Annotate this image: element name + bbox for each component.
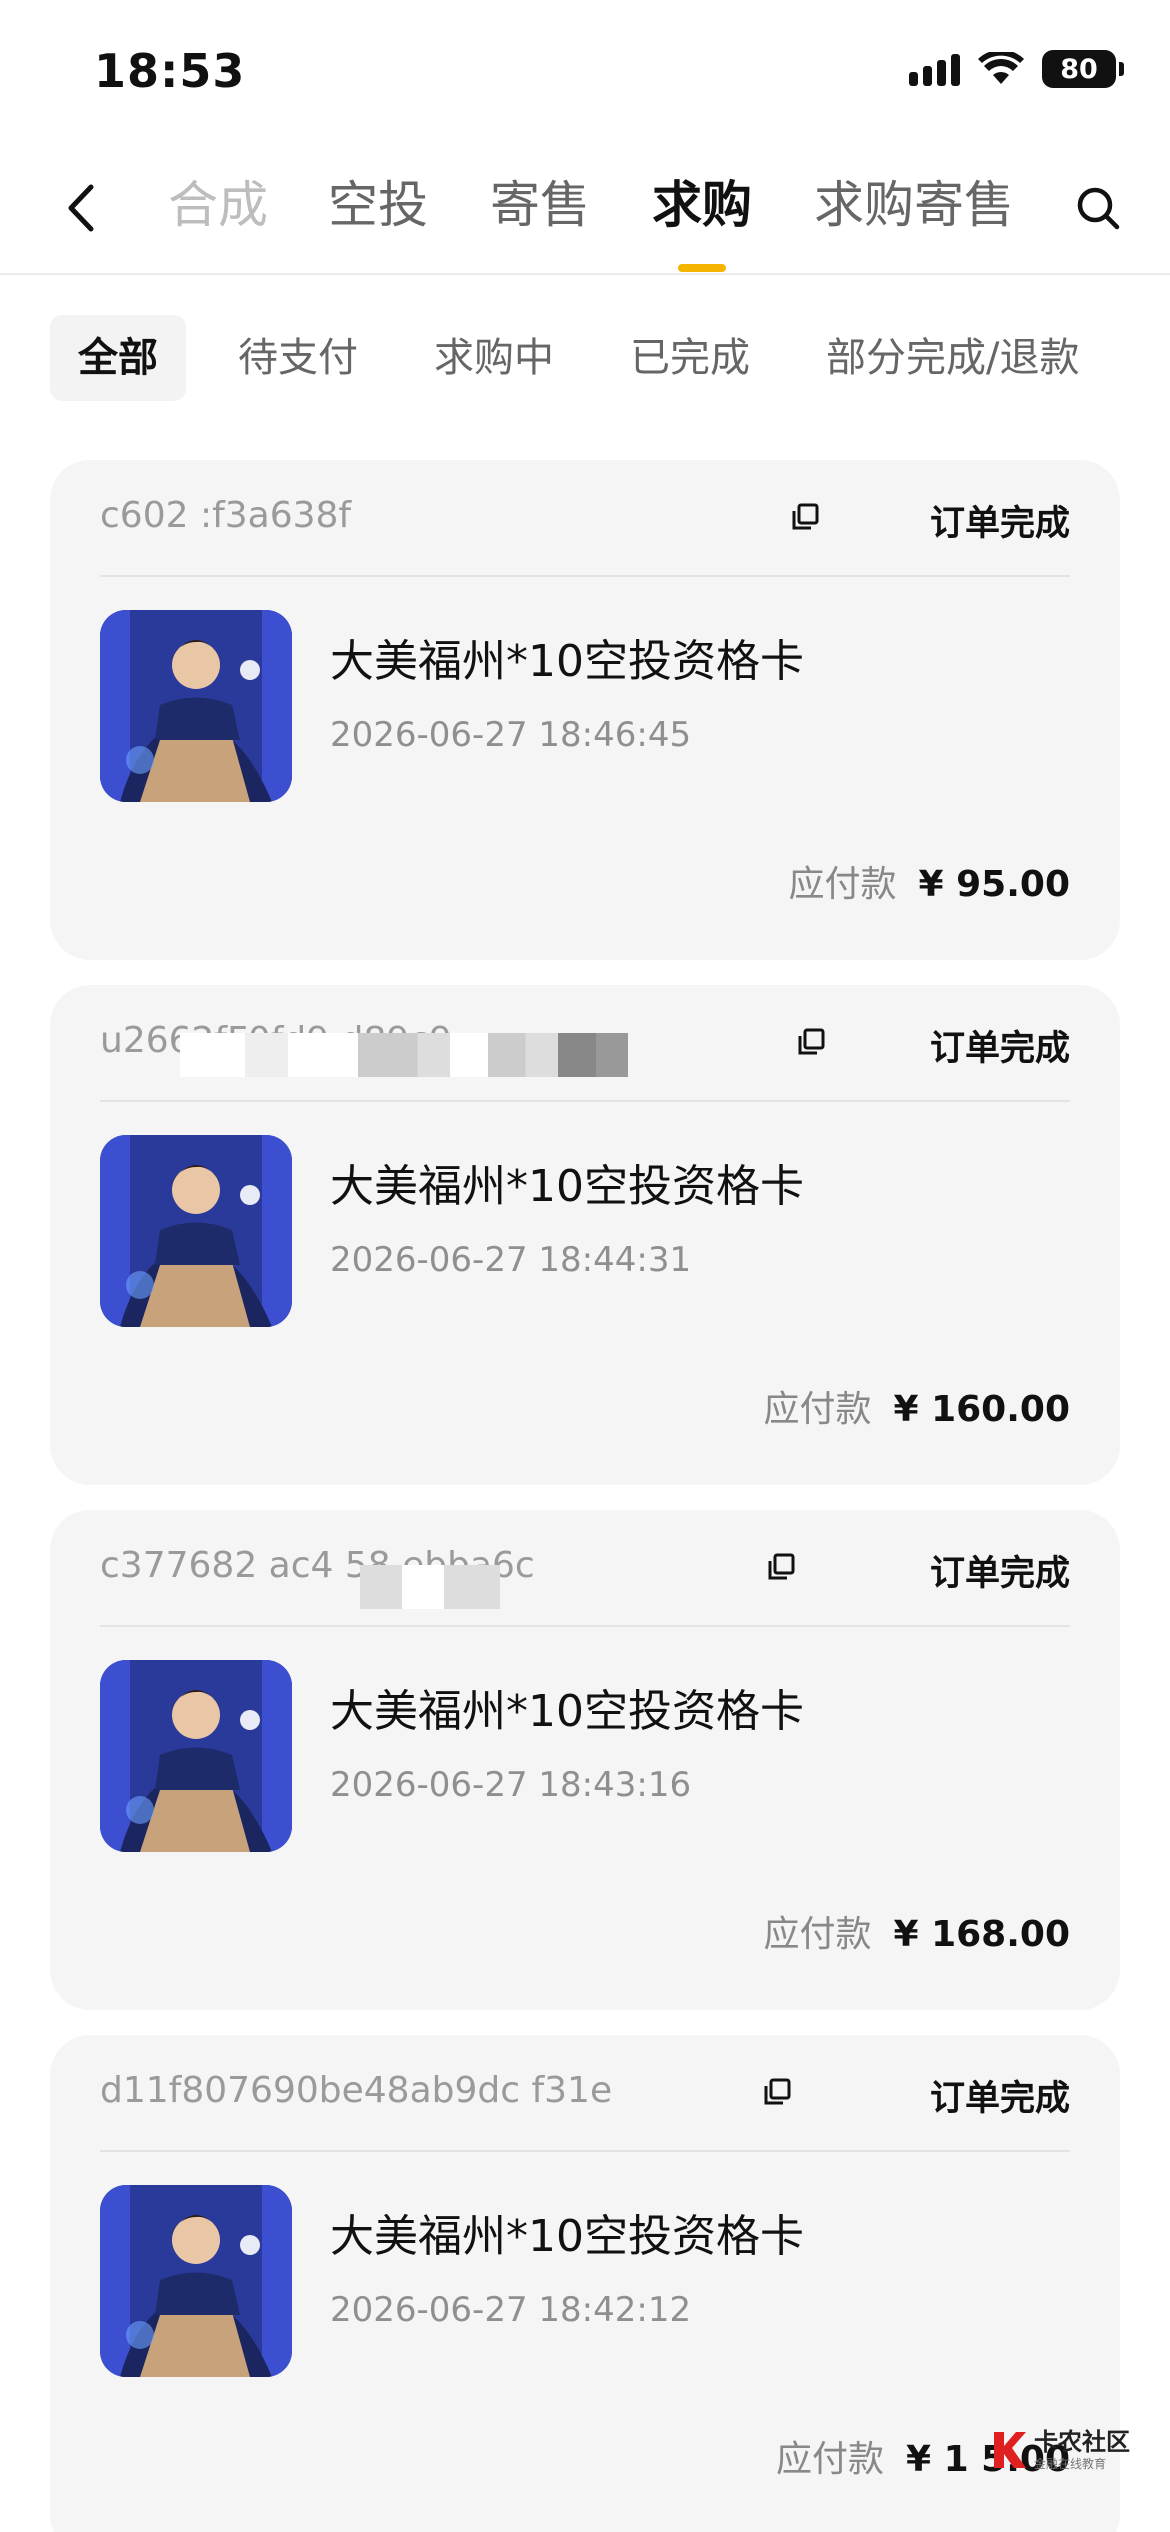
product-thumbnail [100,2185,292,2377]
watermark-title: 卡农社区 [1034,2428,1130,2456]
redaction-mosaic [360,1565,500,1609]
order-status: 订单完成 [929,1554,1070,1594]
product-title: 大美福州*10空投资格卡 [330,1686,804,1737]
order-card[interactable]: u2662fF0fd9 d89c9 订单完成 大美福州*10空投资格卡 2026… [50,985,1120,1485]
order-time: 2026-06-27 18:44:31 [330,1240,692,1280]
order-time: 2026-06-27 18:42:12 [330,2290,692,2330]
copy-icon[interactable] [766,1552,796,1582]
cellular-signal-icon [909,52,960,86]
order-id: c602 :f3a638f [100,495,352,536]
status-icons: 80 [909,50,1124,88]
tab-synthesis[interactable]: 合成 [168,170,268,260]
divider [100,2150,1070,2152]
amount-label: 应付款 [763,1389,872,1430]
order-id: d11f807690be48ab9dc f31e [100,2070,613,2111]
amount-label: 应付款 [763,1914,872,1955]
filter-partial-refund[interactable]: 部分完成/退款 [826,315,1079,401]
order-time: 2026-06-27 18:43:16 [330,1765,692,1805]
divider [100,1625,1070,1627]
battery-level: 80 [1060,53,1098,85]
amount-value: ¥ 95.00 [918,864,1070,905]
tab-airdrop[interactable]: 空投 [328,170,428,260]
product-thumbnail [100,1660,292,1852]
amount-row: 应付款 ¥ 160.00 [763,1380,1070,1432]
order-card[interactable]: d11f807690be48ab9dc f31e 订单完成 大美福州*10空投资… [50,2035,1120,2532]
tab-purchase-request[interactable]: 求购 [652,170,752,260]
order-status: 订单完成 [929,2079,1070,2119]
status-time: 18:53 [94,44,246,98]
product-title: 大美福州*10空投资格卡 [330,636,804,687]
watermark: 卡农社区 金融在线教育 [992,2430,1130,2470]
search-button[interactable] [1066,176,1130,240]
amount-value: ¥ 160.00 [893,1389,1070,1430]
tab-consignment[interactable]: 寄售 [490,170,590,260]
filter-row: 全部 待支付 求购中 已完成 部分完成/退款 [0,315,1170,405]
redaction-mosaic [180,1033,720,1077]
watermark-logo-icon [994,2432,1026,2468]
product-thumbnail [100,610,292,802]
divider [100,575,1070,577]
tab-purchase-consignment[interactable]: 求购寄售 [814,170,1014,260]
back-button[interactable] [50,178,110,238]
status-bar: 18:53 80 [0,0,1170,140]
amount-row: 应付款 ¥ 95.00 [789,855,1070,907]
amount-label: 应付款 [775,2439,884,2480]
amount-value: ¥ 168.00 [893,1914,1070,1955]
watermark-subtitle: 金融在线教育 [1034,2457,1107,2471]
copy-icon[interactable] [762,2077,792,2107]
active-tab-indicator [678,264,726,272]
product-title: 大美福州*10空投资格卡 [330,1161,804,1212]
search-icon [1077,187,1120,230]
order-card[interactable]: c377682 ac4 58 ebba6c 订单完成 大美福州*10空投资格卡 … [50,1510,1120,2010]
filter-all[interactable]: 全部 [50,315,186,401]
product-thumbnail [100,1135,292,1327]
order-status: 订单完成 [929,1029,1070,1069]
divider [100,1100,1070,1102]
chevron-left-icon [68,184,94,232]
filter-requesting[interactable]: 求购中 [434,315,554,401]
filter-pending-payment[interactable]: 待支付 [238,315,358,401]
amount-row: 应付款 ¥ 168.00 [763,1905,1070,1957]
top-nav: 合成 空投 寄售 求购 求购寄售 [0,150,1170,275]
order-card[interactable]: c602 :f3a638f 订单完成 大美福州*10空投资格卡 2026-06-… [50,460,1120,960]
amount-label: 应付款 [788,864,897,905]
wifi-icon [978,52,1024,86]
filter-completed[interactable]: 已完成 [630,315,750,401]
order-time: 2026-06-27 18:46:45 [330,715,692,755]
copy-icon[interactable] [790,502,820,532]
battery-icon: 80 [1042,50,1124,88]
copy-icon[interactable] [796,1027,826,1057]
order-status: 订单完成 [929,504,1070,544]
product-title: 大美福州*10空投资格卡 [330,2211,804,2262]
